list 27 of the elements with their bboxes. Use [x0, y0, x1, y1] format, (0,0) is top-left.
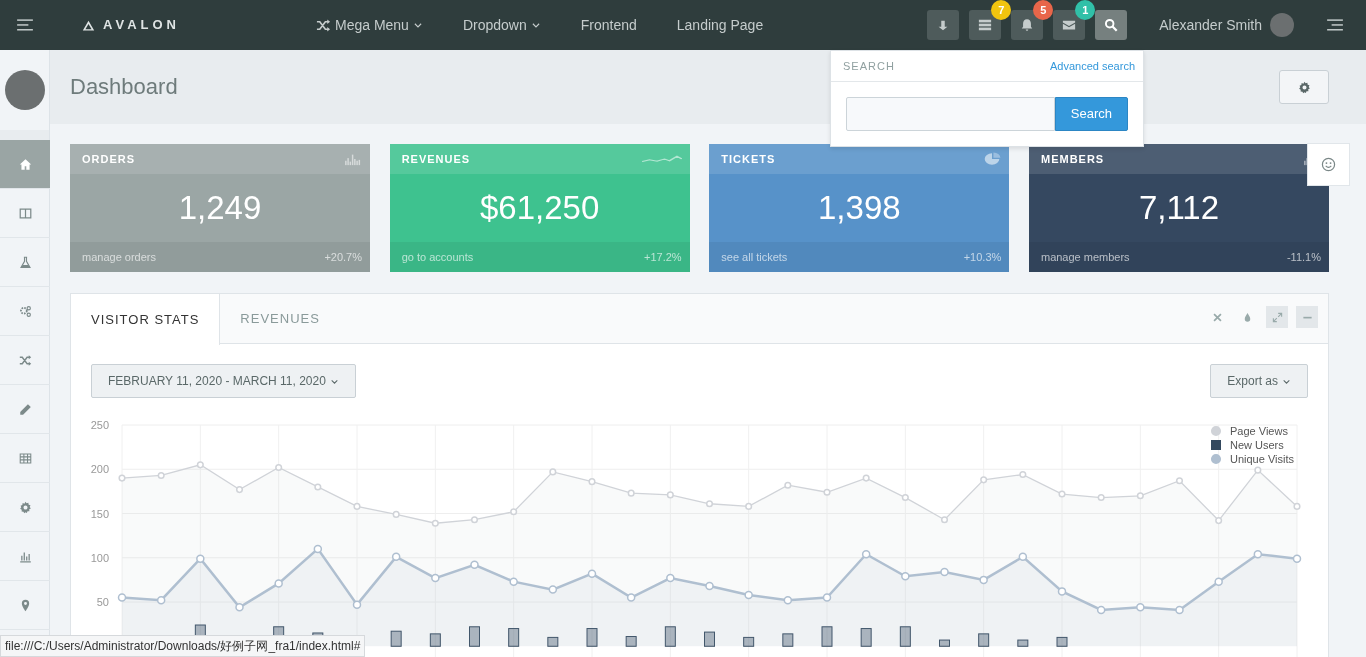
page-title: Dashboard: [70, 73, 178, 101]
stat-title: TICKETS: [721, 151, 776, 167]
count-badge: 7: [991, 0, 1012, 20]
brand-name: AVALON: [103, 16, 180, 35]
stat-change: +20.7%: [324, 249, 362, 265]
legend-label: Unique Visits: [1230, 453, 1294, 465]
axis-label: 150: [91, 507, 109, 520]
status-url: file:///C:/Users/Administrator/Downloads/好例子网_fra1/index.html#: [0, 635, 366, 657]
stat-value: 1,249: [178, 188, 262, 229]
stat-title: MEMBERS: [1040, 151, 1105, 167]
stat-change: -11.1%: [1286, 249, 1321, 265]
axis-label: 100: [91, 551, 109, 564]
stat-value: 7,112: [1138, 188, 1220, 229]
stat-value: 1,398: [818, 188, 901, 229]
legend-label: New Users: [1230, 439, 1284, 451]
stat-title: REVENUES: [401, 151, 471, 167]
count-badge: 1: [1075, 0, 1096, 20]
legend-label: Page Views: [1230, 425, 1288, 437]
stat-value: $61,250: [480, 188, 600, 229]
stat-change: +10.3%: [963, 249, 1002, 265]
stat-change: +17.2%: [644, 249, 682, 265]
stat-title: ORDERS: [82, 151, 136, 167]
count-badge: 5: [1033, 0, 1054, 20]
dropdown-title: SEARCH: [843, 58, 895, 74]
axis-label: 200: [91, 463, 109, 476]
axis-label: 50: [96, 596, 109, 608]
axis-label: 250: [91, 419, 109, 431]
